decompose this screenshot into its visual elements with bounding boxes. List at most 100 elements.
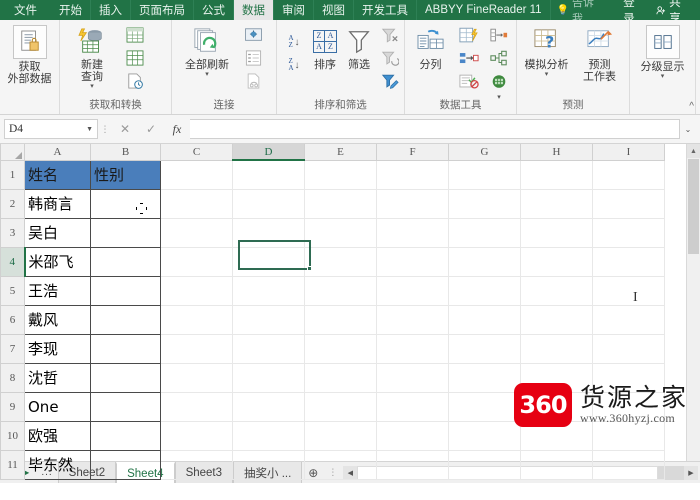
connections-icon[interactable] <box>240 24 266 46</box>
cell-d11[interactable] <box>232 449 305 480</box>
cell-c11[interactable] <box>160 449 233 480</box>
cell-f5[interactable] <box>376 275 449 306</box>
cell-c5[interactable] <box>160 275 233 306</box>
cell-h11[interactable] <box>520 449 593 480</box>
row-header-11[interactable]: 11 <box>0 449 25 480</box>
cell-d3[interactable] <box>232 217 305 248</box>
cell-f4[interactable] <box>376 246 449 277</box>
refresh-all-caret-icon[interactable]: ▾ <box>205 71 209 78</box>
column-header-e[interactable]: E <box>304 144 377 161</box>
name-box[interactable]: D4 ▼ <box>4 119 98 139</box>
cell-e4[interactable] <box>304 246 377 277</box>
row-header-1[interactable]: 1 <box>0 159 25 190</box>
cell-f6[interactable] <box>376 304 449 335</box>
column-header-f[interactable]: F <box>376 144 449 161</box>
cell-a1[interactable]: 姓名 <box>24 159 91 190</box>
tab-home[interactable]: 开始 <box>51 0 91 20</box>
cancel-formula-icon[interactable]: ✕ <box>112 119 138 139</box>
outline-caret-icon[interactable]: ▾ <box>661 73 665 80</box>
from-table-icon[interactable] <box>122 47 148 69</box>
cell-a11[interactable]: 毕东然 <box>24 449 91 480</box>
sort-descending-icon[interactable]: Z A ↓ <box>281 54 307 76</box>
cell-e8[interactable] <box>304 362 377 393</box>
cell-i3[interactable] <box>592 217 665 248</box>
cell-i5[interactable] <box>592 275 665 306</box>
flash-fill-icon[interactable] <box>454 24 484 46</box>
what-if-caret-icon[interactable]: ▾ <box>545 71 549 78</box>
cell-b9[interactable] <box>90 391 161 422</box>
cell-h2[interactable] <box>520 188 593 219</box>
cell-f8[interactable] <box>376 362 449 393</box>
tell-me-box[interactable]: 💡 告诉我... <box>551 0 616 25</box>
column-header-i[interactable]: I <box>592 144 665 161</box>
cell-e1[interactable] <box>304 159 377 190</box>
column-header-b[interactable]: B <box>90 144 161 161</box>
cell-e9[interactable] <box>304 391 377 422</box>
cell-a8[interactable]: 沈哲 <box>24 362 91 393</box>
cell-d7[interactable] <box>232 333 305 364</box>
cell-b3[interactable] <box>90 217 161 248</box>
cell-f9[interactable] <box>376 391 449 422</box>
tab-formulas[interactable]: 公式 <box>194 0 234 20</box>
cell-h1[interactable] <box>520 159 593 190</box>
cell-c6[interactable] <box>160 304 233 335</box>
row-header-2[interactable]: 2 <box>0 188 25 219</box>
cell-g7[interactable] <box>448 333 521 364</box>
clear-filter-icon[interactable] <box>377 24 403 46</box>
column-header-a[interactable]: A <box>24 144 91 161</box>
advanced-filter-icon[interactable] <box>377 70 403 92</box>
cell-b10[interactable] <box>90 420 161 451</box>
cell-b4[interactable] <box>90 246 161 277</box>
row-header-8[interactable]: 8 <box>0 362 25 393</box>
expand-formula-bar-icon[interactable]: ⌄ <box>680 125 696 134</box>
row-header-6[interactable]: 6 <box>0 304 25 335</box>
row-header-4[interactable]: 4 <box>0 246 26 277</box>
cell-a4[interactable]: 米邵飞 <box>24 246 91 277</box>
cell-g10[interactable] <box>448 420 521 451</box>
cell-i2[interactable] <box>592 188 665 219</box>
cell-g1[interactable] <box>448 159 521 190</box>
cell-h6[interactable] <box>520 304 593 335</box>
column-header-d[interactable]: D <box>232 144 305 161</box>
cell-i1[interactable] <box>592 159 665 190</box>
insert-function-icon[interactable]: fx <box>164 119 190 139</box>
tab-abbyy-finereader[interactable]: ABBYY FineReader 11 <box>417 0 551 20</box>
cell-c9[interactable] <box>160 391 233 422</box>
cell-c10[interactable] <box>160 420 233 451</box>
cell-i7[interactable] <box>592 333 665 364</box>
what-if-analysis-button[interactable]: ? 模拟分析 ▾ <box>521 23 572 78</box>
cell-f2[interactable] <box>376 188 449 219</box>
cell-d8[interactable] <box>232 362 305 393</box>
properties-icon[interactable] <box>240 47 266 69</box>
select-all-corner[interactable] <box>0 144 25 161</box>
cell-g2[interactable] <box>448 188 521 219</box>
vertical-scroll-thumb[interactable] <box>688 159 699 254</box>
cell-d6[interactable] <box>232 304 305 335</box>
cell-b1[interactable]: 性别 <box>90 159 161 190</box>
cell-e7[interactable] <box>304 333 377 364</box>
hscroll-right-button[interactable]: ▶ <box>684 465 698 480</box>
cell-h3[interactable] <box>520 217 593 248</box>
tab-view[interactable]: 视图 <box>314 0 354 20</box>
row-header-5[interactable]: 5 <box>0 275 25 306</box>
column-header-h[interactable]: H <box>520 144 593 161</box>
formula-input[interactable] <box>190 119 680 139</box>
cell-f10[interactable] <box>376 420 449 451</box>
new-query-button[interactable]: 新建 查询 ▾ <box>64 23 120 90</box>
cell-a7[interactable]: 李现 <box>24 333 91 364</box>
cell-b11[interactable] <box>90 449 161 480</box>
data-validation-icon[interactable] <box>454 70 484 92</box>
edit-links-icon[interactable] <box>240 70 266 92</box>
cell-f1[interactable] <box>376 159 449 190</box>
tab-insert[interactable]: 插入 <box>91 0 131 20</box>
tab-developer[interactable]: 开发工具 <box>354 0 417 20</box>
sort-button[interactable]: ZA AZ 排序 <box>309 23 341 71</box>
cell-f11[interactable] <box>376 449 449 480</box>
cell-h5[interactable] <box>520 275 593 306</box>
outline-button[interactable]: 分级显示 ▾ <box>637 23 689 80</box>
get-external-data-button[interactable]: 获取 外部数据 <box>4 23 55 85</box>
column-header-c[interactable]: C <box>160 144 233 161</box>
cell-a2[interactable]: 韩商言 <box>24 188 91 219</box>
cell-d2[interactable] <box>232 188 305 219</box>
cell-c7[interactable] <box>160 333 233 364</box>
